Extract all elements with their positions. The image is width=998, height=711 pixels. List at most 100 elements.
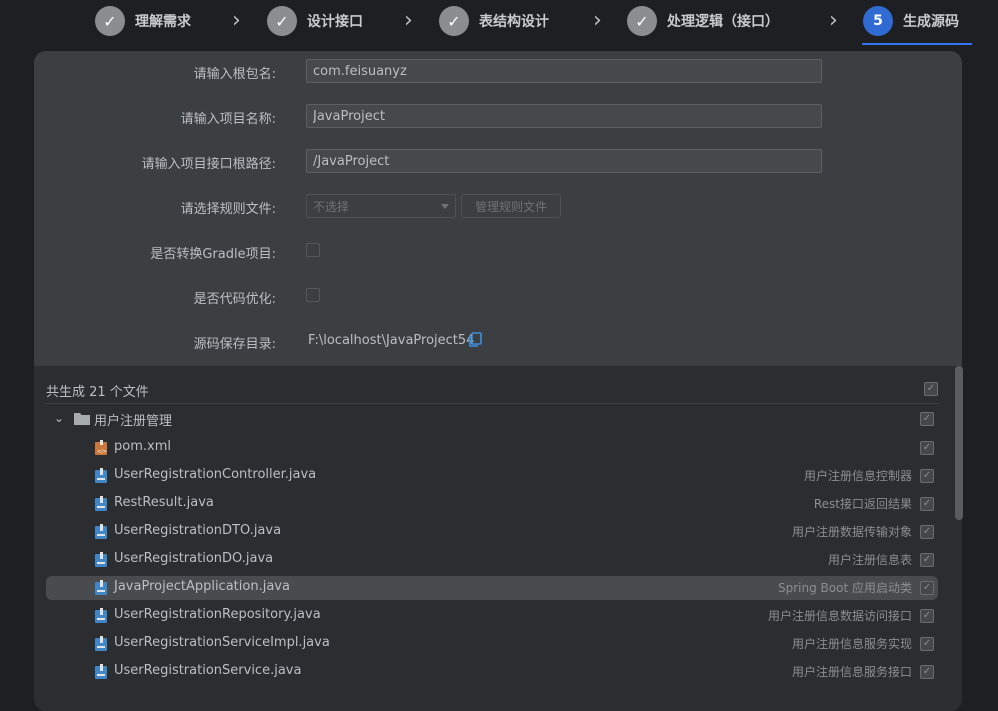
file-description: 用户注册数据传输对象 <box>791 525 912 539</box>
file-name: UserRegistrationRepository.java <box>114 607 321 622</box>
file-name: JavaProjectApplication.java <box>114 579 290 594</box>
generated-files-list: 共生成 21 个文件 ✓ ⌄ 用户注册管理 ✓ </> pom.xml ✓ Us… <box>34 366 962 711</box>
project-name-input[interactable] <box>306 104 822 128</box>
file-checkbox[interactable]: ✓ <box>920 497 934 511</box>
optimize-label: 是否代码优化: <box>193 292 276 307</box>
step-generate-source[interactable]: 5 生成源码 <box>863 5 959 37</box>
chevron-down-icon[interactable]: ⌄ <box>54 411 64 425</box>
step-table-design[interactable]: ✓ 表结构设计 <box>439 5 549 37</box>
java-file-icon <box>95 580 107 595</box>
chevron-right-icon: › <box>232 8 241 33</box>
active-step-indicator <box>862 43 972 45</box>
file-row[interactable]: UserRegistrationDTO.java 用户注册数据传输对象 ✓ <box>46 520 938 544</box>
check-icon: ✓ <box>267 6 297 36</box>
folder-name: 用户注册管理 <box>94 414 173 429</box>
java-file-icon <box>95 636 107 651</box>
file-name: UserRegistrationDTO.java <box>114 523 282 538</box>
root-path-label: 请输入项目接口根路径: <box>141 157 276 172</box>
project-name-label: 请输入项目名称: <box>180 112 276 127</box>
file-row[interactable]: RestResult.java Rest接口返回结果 ✓ <box>46 492 938 516</box>
package-row: 请输入根包名: <box>34 59 962 85</box>
copy-icon[interactable] <box>468 332 482 348</box>
gradle-row: 是否转换Gradle项目: <box>34 239 962 265</box>
file-name: RestResult.java <box>114 495 214 510</box>
step-number-badge: 5 <box>863 6 893 36</box>
vertical-scrollbar[interactable] <box>955 366 963 520</box>
file-checkbox[interactable]: ✓ <box>920 469 934 483</box>
step-understand-requirements[interactable]: ✓ 理解需求 <box>95 5 191 37</box>
file-description: 用户注册信息服务实现 <box>791 637 912 651</box>
file-row[interactable]: UserRegistrationController.java 用户注册信息控制… <box>46 464 938 488</box>
save-dir-row: 源码保存目录: F:\localhost\JavaProject54 <box>34 329 962 355</box>
step-design-api[interactable]: ✓ 设计接口 <box>267 5 363 37</box>
file-name: UserRegistrationDO.java <box>114 551 274 566</box>
divider <box>46 403 938 404</box>
package-label: 请输入根包名: <box>193 67 276 82</box>
file-name: UserRegistrationService.java <box>114 663 302 678</box>
file-checkbox[interactable]: ✓ <box>920 525 934 539</box>
step-label: 设计接口 <box>307 14 363 30</box>
optimize-checkbox[interactable] <box>306 288 320 302</box>
gradle-label: 是否转换Gradle项目: <box>150 247 276 262</box>
optimize-row: 是否代码优化: <box>34 284 962 310</box>
step-label: 处理逻辑（接口） <box>667 14 779 30</box>
rule-file-select[interactable]: 不选择 <box>306 194 456 218</box>
folder-row[interactable]: ⌄ 用户注册管理 ✓ <box>46 407 938 431</box>
chevron-right-icon: › <box>593 8 602 33</box>
rule-file-label: 请选择规则文件: <box>180 202 276 217</box>
save-dir-label: 源码保存目录: <box>193 337 276 352</box>
file-row[interactable]: </> pom.xml ✓ <box>46 436 938 460</box>
wizard-stepper: ✓ 理解需求 › ✓ 设计接口 › ✓ 表结构设计 › ✓ 处理逻辑（接口） ›… <box>0 0 998 46</box>
file-row[interactable]: UserRegistrationService.java 用户注册信息服务接口 … <box>46 660 938 684</box>
file-name: UserRegistrationServiceImpl.java <box>114 635 330 650</box>
step-process-logic[interactable]: ✓ 处理逻辑（接口） <box>627 5 779 37</box>
package-input[interactable] <box>306 59 822 83</box>
chevron-right-icon: › <box>829 8 838 33</box>
files-summary: 共生成 21 个文件 <box>46 385 149 400</box>
file-description: 用户注册信息服务接口 <box>791 665 912 679</box>
file-row[interactable]: UserRegistrationServiceImpl.java 用户注册信息服… <box>46 632 938 656</box>
step-label: 理解需求 <box>135 14 191 30</box>
config-panel: 请输入根包名: 请输入项目名称: 请输入项目接口根路径: 请选择规则文件: 不选… <box>34 51 962 711</box>
select-all-checkbox[interactable]: ✓ <box>924 382 938 396</box>
check-icon: ✓ <box>95 6 125 36</box>
file-description: Spring Boot 应用启动类 <box>778 581 912 595</box>
rule-file-row: 请选择规则文件: 不选择 管理规则文件 <box>34 194 962 220</box>
file-checkbox[interactable]: ✓ <box>920 441 934 455</box>
project-name-row: 请输入项目名称: <box>34 104 962 130</box>
file-description: 用户注册信息表 <box>827 553 912 567</box>
check-icon: ✓ <box>627 6 657 36</box>
file-checkbox[interactable]: ✓ <box>920 581 934 595</box>
java-file-icon <box>95 468 107 483</box>
check-icon: ✓ <box>439 6 469 36</box>
java-file-icon <box>95 496 107 511</box>
chevron-right-icon: › <box>404 8 413 33</box>
file-row[interactable]: UserRegistrationDO.java 用户注册信息表 ✓ <box>46 548 938 572</box>
file-description: Rest接口返回结果 <box>813 497 912 511</box>
java-file-icon <box>95 608 107 623</box>
file-row[interactable]: UserRegistrationRepository.java 用户注册信息数据… <box>46 604 938 628</box>
gradle-checkbox[interactable] <box>306 243 320 257</box>
svg-text:</>: </> <box>97 449 107 455</box>
manage-rules-button[interactable]: 管理规则文件 <box>461 194 561 218</box>
folder-checkbox[interactable]: ✓ <box>920 412 934 426</box>
file-description: 用户注册信息数据访问接口 <box>767 609 912 623</box>
java-file-icon <box>95 552 107 567</box>
step-label: 生成源码 <box>903 14 959 30</box>
xml-file-icon: </> <box>95 440 107 455</box>
file-checkbox[interactable]: ✓ <box>920 553 934 567</box>
file-row-selected[interactable]: JavaProjectApplication.java Spring Boot … <box>46 576 938 600</box>
root-path-input[interactable] <box>306 149 822 173</box>
root-path-row: 请输入项目接口根路径: <box>34 149 962 175</box>
java-file-icon <box>95 524 107 539</box>
file-checkbox[interactable]: ✓ <box>920 637 934 651</box>
file-name: UserRegistrationController.java <box>114 467 317 482</box>
file-name: pom.xml <box>114 439 171 454</box>
file-checkbox[interactable]: ✓ <box>920 609 934 623</box>
folder-icon <box>74 413 90 425</box>
save-dir-path: F:\localhost\JavaProject54 <box>308 333 475 348</box>
rule-file-select-value: 不选择 <box>313 199 350 214</box>
file-checkbox[interactable]: ✓ <box>920 665 934 679</box>
file-description: 用户注册信息控制器 <box>803 469 912 483</box>
java-file-icon <box>95 664 107 679</box>
